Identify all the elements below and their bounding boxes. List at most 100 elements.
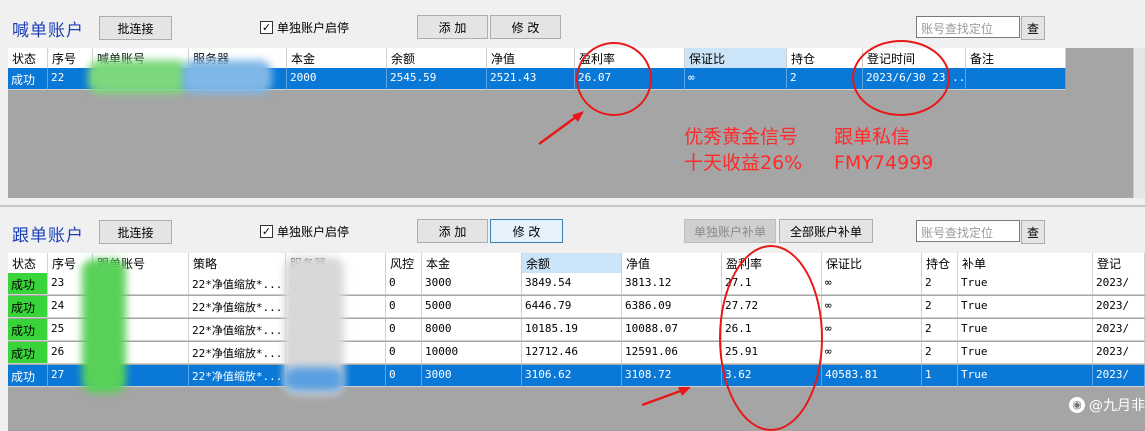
red-arrow-icon [538,111,584,146]
cell-supplement: True [958,365,1093,387]
promo-text-left: 优秀黄金信号 十天收益26% [684,124,802,176]
column-header[interactable]: 余额 [387,48,487,70]
single-toggle-checkbox[interactable]: ✓ 单独账户启停 [260,223,349,240]
vertical-scrollbar[interactable] [1133,48,1145,198]
column-header[interactable]: 风控 [386,253,422,275]
table-row[interactable]: 成功26022*净值缩放*...s-Li...01000012712.46125… [8,342,1145,364]
column-header[interactable]: 本金 [422,253,522,275]
table-header: 状态序号跟单账号策略服务器风控本金余额净值盈利率保证比持仓补单登记 [8,253,1145,275]
follower-account-table: 状态序号跟单账号策略服务器风控本金余额净值盈利率保证比持仓补单登记成功23222… [8,253,1145,431]
blurred-server-selected [284,367,344,391]
single-toggle-label: 单独账户启停 [277,225,350,239]
cell-margin-ratio: ∞ [822,342,922,364]
cell-status: 成功 [8,68,48,90]
cell-principal: 3000 [422,365,522,387]
checkbox-checked-icon[interactable]: ✓ [260,21,273,34]
cell-reg: 2023/ [1093,296,1145,318]
all-supplement-button[interactable]: 全部账户补单 [779,219,873,243]
cell-reg: 2023/ [1093,365,1145,387]
cell-equity: 2521.43 [487,68,575,90]
column-header[interactable]: 保证比 [822,253,922,275]
column-header[interactable]: 净值 [487,48,575,70]
cell-balance: 10185.19 [522,319,622,341]
cell-equity: 12591.06 [622,342,722,364]
cell-strategy: 22*净值缩放*... [189,342,286,364]
cell-status: 成功 [8,273,48,295]
cell-margin-ratio: 40583.81 [822,365,922,387]
cell-margin-ratio: ∞ [822,319,922,341]
column-header[interactable]: 余额 [522,253,622,275]
cell-strategy: 22*净值缩放*... [189,365,286,387]
table-row[interactable]: 成功24322*净值缩放*...s-Li...050006446.796386.… [8,296,1145,318]
caller-panel-title: 喊单账户 [12,21,84,41]
highlight-circle-time [852,40,950,116]
column-header[interactable]: 本金 [287,48,387,70]
cell-risk: 0 [386,319,422,341]
account-search-input[interactable]: 账号查找定位 [916,16,1020,38]
add-button[interactable]: 添 加 [417,219,488,243]
cell-supplement: True [958,296,1093,318]
table-row[interactable]: 成功23222*净值缩放*...s-Li...030003849.543813.… [8,273,1145,295]
cell-status: 成功 [8,365,48,387]
column-header[interactable]: 登记 [1093,253,1145,275]
column-header[interactable]: 序号 [48,48,93,70]
cell-status: 成功 [8,319,48,341]
cell-reg: 2023/ [1093,319,1145,341]
column-header[interactable]: 保证比 [685,48,787,70]
cell-margin-ratio: ∞ [822,296,922,318]
cell-position: 1 [922,365,958,387]
cell-principal: 2000 [287,68,387,90]
cell-risk: 0 [386,365,422,387]
cell-position: 2 [922,273,958,295]
cell-position: 2 [922,319,958,341]
cell-reg: 2023/ [1093,273,1145,295]
promo-line-1: 优秀黄金信号 [684,126,799,148]
column-header[interactable]: 备注 [966,48,1066,70]
single-toggle-label: 单独账户启停 [277,21,350,35]
highlight-circle-profit [576,42,652,116]
cell-risk: 0 [386,273,422,295]
column-header[interactable]: 状态 [8,253,48,275]
single-supplement-button[interactable]: 单独账户补单 [684,219,776,243]
blurred-account [88,60,188,94]
cell-status: 成功 [8,342,48,364]
cell-equity: 10088.07 [622,319,722,341]
search-button[interactable]: 查 [1021,220,1045,244]
column-header[interactable]: 持仓 [922,253,958,275]
cell-strategy: 22*净值缩放*... [189,296,286,318]
cell-seq: 22 [48,68,93,90]
cell-note [966,68,1066,90]
watermark-text: @九月非 [1089,398,1145,414]
edit-button[interactable]: 修 改 [490,15,561,39]
add-button[interactable]: 添 加 [417,15,488,39]
column-header[interactable]: 策略 [189,253,286,275]
cell-balance: 6446.79 [522,296,622,318]
edit-button[interactable]: 修 改 [490,219,563,243]
cell-strategy: 22*净值缩放*... [189,319,286,341]
checkbox-checked-icon[interactable]: ✓ [260,225,273,238]
cell-equity: 3813.12 [622,273,722,295]
cell-reg: 2023/ [1093,342,1145,364]
promo-text-right: 跟单私信 FMY74999 [834,124,933,176]
single-toggle-checkbox[interactable]: ✓ 单独账户启停 [260,19,349,36]
cell-position: 2 [922,342,958,364]
column-header[interactable]: 净值 [622,253,722,275]
follower-account-panel: 跟单账户 批连接 ✓ 单独账户启停 添 加 修 改 单独账户补单 全部账户补单 … [0,205,1145,431]
account-search-input[interactable]: 账号查找定位 [916,220,1020,242]
table-row[interactable]: 成功25322*净值缩放*...s-Li...0800010185.191008… [8,319,1145,341]
cell-risk: 0 [386,342,422,364]
follower-panel-title: 跟单账户 [12,226,84,246]
cell-balance: 12712.46 [522,342,622,364]
table-row[interactable]: 成功27122*净值缩放*...s-Li...030003106.623108.… [8,365,1145,387]
batch-connect-button[interactable]: 批连接 [99,220,172,244]
column-header[interactable]: 状态 [8,48,48,70]
cell-equity: 6386.09 [622,296,722,318]
search-button[interactable]: 查 [1021,16,1045,40]
cell-principal: 10000 [422,342,522,364]
weibo-logo-icon: ◉ [1069,397,1085,413]
cell-status: 成功 [8,296,48,318]
column-header[interactable]: 补单 [958,253,1093,275]
batch-connect-button[interactable]: 批连接 [99,16,172,40]
cell-risk: 0 [386,296,422,318]
column-header[interactable]: 持仓 [787,48,863,70]
